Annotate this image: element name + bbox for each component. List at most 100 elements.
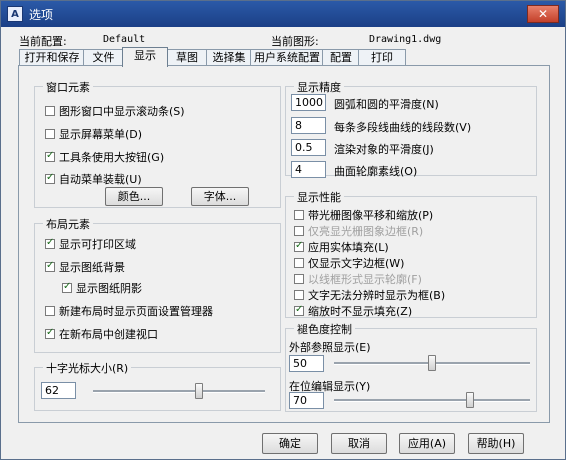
arc-smoothness-label: 圆弧和圆的平滑度(N)	[334, 98, 439, 111]
checkbox-box	[45, 106, 55, 116]
checkbox-label: 文字无法分辨时显示为框(B)	[308, 289, 446, 302]
checkbox-label: 带光栅图像平移和缩放(P)	[308, 209, 434, 222]
render-smoothness-input[interactable]: 0.5	[291, 139, 326, 156]
tab-user-preferences[interactable]: 用户系统配置	[250, 49, 324, 66]
options-dialog: A 选项 ✕ 当前配置: Default 当前图形: Drawing1.dwg …	[0, 0, 566, 460]
checkbox-label: 以线框形式显示轮廓(F)	[308, 273, 422, 286]
display-precision-group: 显示精度 1000 圆弧和圆的平滑度(N) 8 每条多段线曲线的线段数(V) 0…	[285, 79, 537, 178]
title-bar[interactable]: A 选项 ✕	[1, 1, 565, 27]
auto-menu-load-checkbox[interactable]: 自动菜单装载(U)	[45, 171, 142, 187]
checkbox-box	[294, 210, 304, 220]
current-profile-value: Default	[103, 34, 146, 45]
window-elements-title: 窗口元素	[43, 79, 93, 95]
slider-track	[93, 390, 265, 393]
inplace-edit-slider[interactable]	[334, 390, 530, 410]
checkbox-label: 应用实体填充(L)	[308, 241, 389, 254]
display-precision-title: 显示精度	[294, 79, 344, 95]
app-icon: A	[7, 6, 23, 22]
fade-control-title: 褪色度控制	[294, 321, 355, 337]
checkbox-label: 图形窗口中显示滚动条(S)	[59, 105, 185, 118]
arc-smoothness-input[interactable]: 1000	[291, 94, 326, 111]
checkbox-label: 缩放时不显示填充(Z)	[308, 305, 413, 318]
create-viewport-checkbox[interactable]: 在新布局中创建视口	[45, 326, 158, 342]
cancel-button[interactable]: 取消	[331, 433, 387, 454]
display-tab-panel: 窗口元素 图形窗口中显示滚动条(S) 显示屏幕菜单(D) 工具条使用大按钮(G)…	[18, 65, 550, 423]
checkbox-label: 显示屏幕菜单(D)	[59, 128, 143, 141]
tab-drafting[interactable]: 草图	[166, 49, 208, 66]
checkbox-label: 仅亮显光栅图象边框(R)	[308, 225, 424, 238]
window-elements-group: 窗口元素 图形窗口中显示滚动条(S) 显示屏幕菜单(D) 工具条使用大按钮(G)…	[34, 79, 281, 208]
help-button[interactable]: 帮助(H)	[468, 433, 524, 454]
checkbox-box	[45, 150, 55, 162]
show-paper-background-checkbox[interactable]: 显示图纸背景	[45, 259, 125, 275]
wireframe-silhouette-checkbox[interactable]: 以线框形式显示轮廓(F)	[294, 271, 422, 287]
contour-lines-label: 曲面轮廓素线(O)	[334, 165, 418, 178]
checkbox-box	[45, 306, 55, 316]
current-profile-label: 当前配置:	[19, 35, 67, 48]
tab-files[interactable]: 文件	[83, 49, 124, 66]
show-printable-area-checkbox[interactable]: 显示可打印区域	[45, 236, 136, 252]
crosshair-size-slider[interactable]	[93, 381, 265, 401]
checkbox-label: 在新布局中创建视口	[59, 328, 158, 341]
checkbox-box	[294, 304, 304, 316]
tab-plot[interactable]: 打印	[358, 49, 406, 66]
apply-solid-fill-checkbox[interactable]: 应用实体填充(L)	[294, 239, 389, 255]
slider-thumb[interactable]	[195, 383, 203, 399]
apply-button[interactable]: 应用(A)	[399, 433, 455, 454]
ok-button[interactable]: 确定	[262, 433, 318, 454]
color-button[interactable]: 颜色...	[105, 187, 163, 206]
show-paper-shadow-checkbox[interactable]: 显示图纸阴影	[62, 280, 142, 296]
large-buttons-checkbox[interactable]: 工具条使用大按钮(G)	[45, 149, 164, 165]
fade-control-group: 褪色度控制 外部参照显示(E) 50 在位编辑显示(Y) 70	[285, 321, 537, 412]
crosshair-size-input[interactable]: 62	[41, 382, 76, 399]
font-button[interactable]: 字体...	[191, 187, 249, 206]
checkbox-box	[294, 290, 304, 300]
xref-display-slider[interactable]	[334, 353, 530, 373]
raster-pan-zoom-checkbox[interactable]: 带光栅图像平移和缩放(P)	[294, 207, 433, 223]
text-as-box-checkbox[interactable]: 文字无法分辨时显示为框(B)	[294, 287, 445, 303]
layout-elements-group: 布局元素 显示可打印区域 显示图纸背景 显示图纸阴影 新建布局时显示页面设置管理…	[34, 216, 281, 353]
checkbox-label: 仅显示文字边框(W)	[308, 257, 405, 270]
inplace-edit-input[interactable]: 70	[289, 392, 324, 409]
slider-track	[334, 399, 530, 402]
tab-open-save[interactable]: 打开和保存	[19, 49, 85, 66]
slider-thumb[interactable]	[466, 392, 474, 408]
window-title: 选项	[29, 8, 54, 22]
current-drawing-value: Drawing1.dwg	[369, 34, 442, 45]
checkbox-label: 显示可打印区域	[59, 238, 136, 251]
checkbox-box	[294, 240, 304, 252]
crosshair-size-group: 十字光标大小(R) 62	[34, 360, 281, 411]
checkbox-label: 显示图纸阴影	[76, 282, 142, 295]
highlight-raster-frame-checkbox[interactable]: 仅亮显光栅图象边框(R)	[294, 223, 423, 239]
checkbox-box	[62, 281, 72, 293]
no-fill-zoom-checkbox[interactable]: 缩放时不显示填充(Z)	[294, 303, 412, 319]
show-scrollbars-checkbox[interactable]: 图形窗口中显示滚动条(S)	[45, 103, 185, 119]
checkbox-box	[45, 129, 55, 139]
contour-lines-input[interactable]: 4	[291, 161, 326, 178]
xref-display-input[interactable]: 50	[289, 355, 324, 372]
show-page-setup-manager-checkbox[interactable]: 新建布局时显示页面设置管理器	[45, 303, 213, 319]
tab-display[interactable]: 显示	[122, 47, 168, 67]
display-performance-title: 显示性能	[294, 189, 344, 205]
checkbox-box	[45, 327, 55, 339]
polyline-segments-input[interactable]: 8	[291, 117, 326, 134]
checkbox-box	[294, 258, 304, 268]
checkbox-box	[45, 260, 55, 272]
render-smoothness-label: 渲染对象的平滑度(J)	[334, 143, 434, 156]
current-drawing-label: 当前图形:	[271, 35, 319, 48]
checkbox-label: 自动菜单装载(U)	[59, 173, 142, 186]
checkbox-label: 新建布局时显示页面设置管理器	[59, 305, 213, 318]
tab-selection[interactable]: 选择集	[206, 49, 252, 66]
show-screen-menu-checkbox[interactable]: 显示屏幕菜单(D)	[45, 126, 142, 142]
slider-thumb[interactable]	[428, 355, 436, 371]
crosshair-size-title: 十字光标大小(R)	[43, 360, 132, 376]
text-frame-only-checkbox[interactable]: 仅显示文字边框(W)	[294, 255, 404, 271]
checkbox-label: 显示图纸背景	[59, 261, 125, 274]
checkbox-box	[45, 237, 55, 249]
tab-profiles[interactable]: 配置	[322, 49, 360, 66]
display-performance-group: 显示性能 带光栅图像平移和缩放(P) 仅亮显光栅图象边框(R) 应用实体填充(L…	[285, 189, 537, 319]
checkbox-box	[45, 172, 55, 184]
checkbox-box	[294, 226, 304, 236]
close-button[interactable]: ✕	[527, 5, 559, 23]
checkbox-box	[294, 274, 304, 284]
